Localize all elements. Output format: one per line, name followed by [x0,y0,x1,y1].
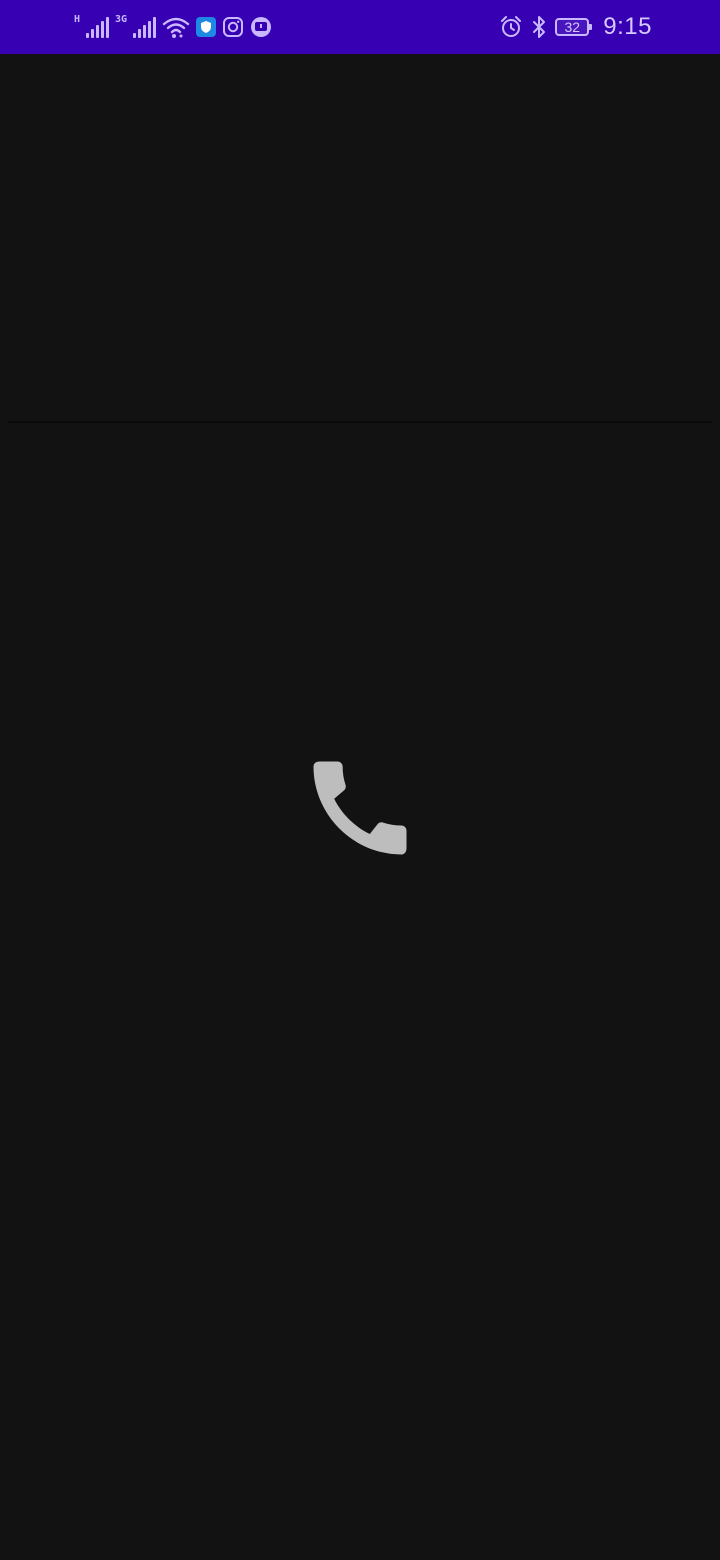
bluetooth-icon [533,16,546,38]
call-button[interactable] [292,740,428,876]
status-time: 9:15 [603,13,652,40]
battery-level: 32 [564,19,581,35]
signal-h-icon [86,16,110,38]
battery-icon: 32 [555,18,593,36]
header-area [0,54,720,421]
wifi-icon [162,17,190,38]
phone-icon [313,761,407,855]
network-type-label: H [74,14,81,25]
divider [8,421,712,423]
status-right-icons: 32 9:15 [499,12,652,42]
status-bar: H 3G 32 9:15 [0,0,720,54]
shield-app-icon [196,17,217,37]
status-left-icons: H 3G [74,12,272,42]
signal-3g-icon [133,16,157,38]
network-type-label-2: 3G [115,14,128,25]
chat-app-icon [251,17,272,37]
alarm-icon [501,16,522,37]
instagram-icon [223,17,244,37]
